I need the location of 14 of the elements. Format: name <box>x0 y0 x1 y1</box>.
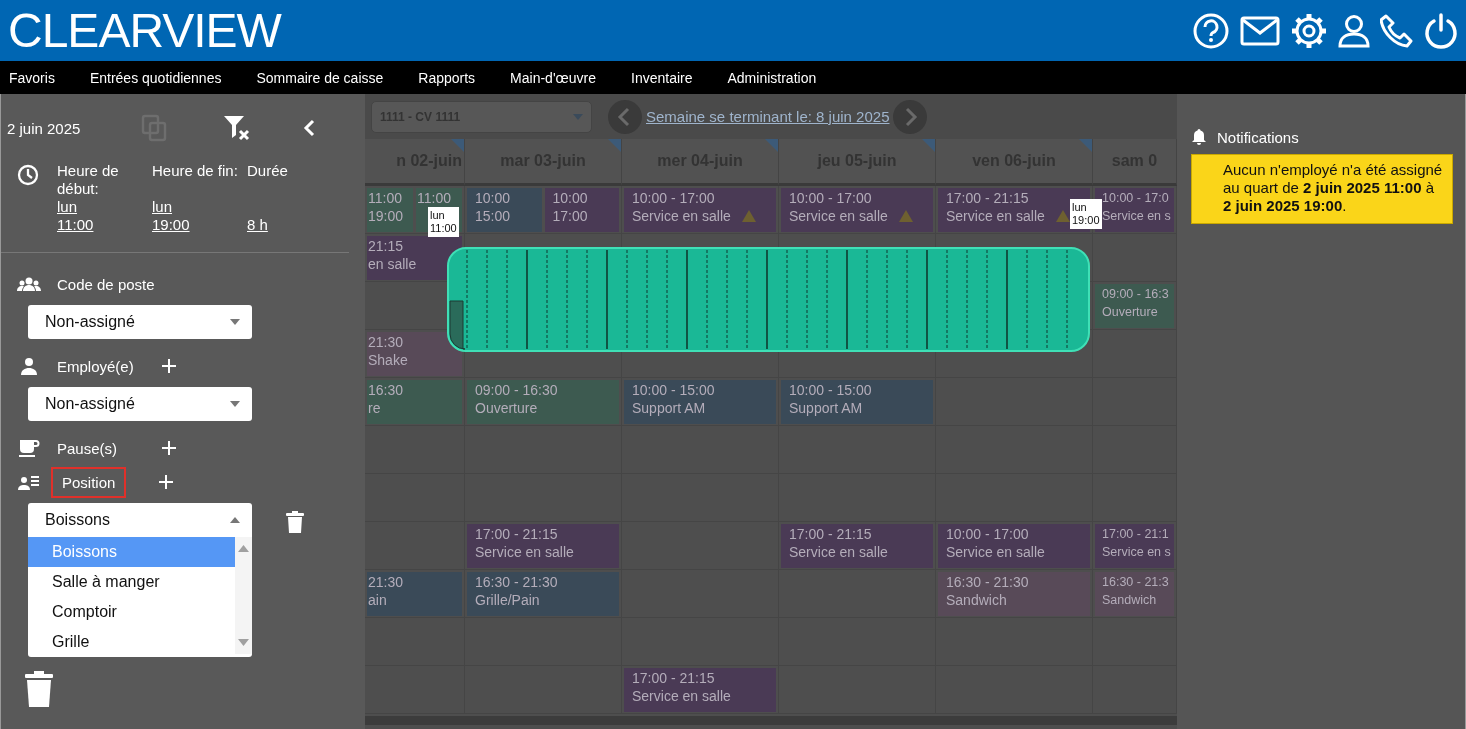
shift-date: 2 juin 2025 <box>7 119 82 137</box>
start-time-tooltip: lun 11:00 <box>428 207 459 237</box>
time-label: Durée <box>247 162 289 181</box>
field-label: Code de poste <box>57 275 156 293</box>
field-label: Position <box>51 466 127 498</box>
field-label: Pause(s) <box>57 439 119 457</box>
selected-value: Boissons <box>45 511 110 529</box>
notification-message: Aucun n'employé n'a été assigné au quart de 2 juin 2025 11:00 à 2 juin 2025 19:00. <box>1191 154 1453 224</box>
field-label: Employé(e) <box>57 357 135 375</box>
time-label: Heure de début: <box>57 162 120 198</box>
app-logo: CLEARVIEW <box>8 3 281 58</box>
time-label: Heure de fin: <box>152 162 239 181</box>
notifications-title: Notifications <box>1217 128 1299 146</box>
end-time-tooltip: lun 19:00 <box>1070 199 1102 229</box>
